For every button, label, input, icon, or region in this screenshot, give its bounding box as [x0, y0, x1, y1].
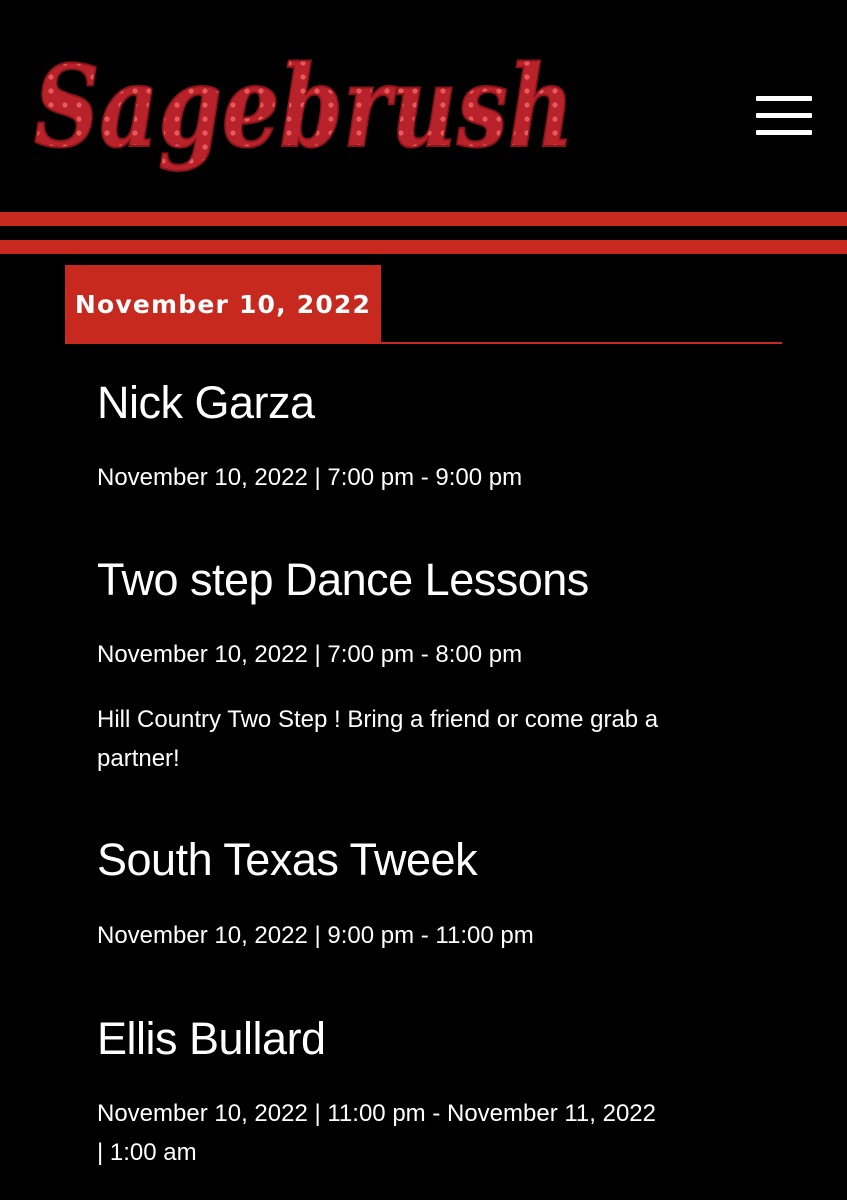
event-title[interactable]: Nick Garza	[97, 380, 315, 425]
date-heading-rule	[65, 342, 782, 344]
header-stripe-bottom	[0, 240, 847, 254]
hamburger-menu-icon[interactable]	[756, 96, 812, 138]
menu-bar	[756, 96, 812, 101]
logo-text: Sagebrush	[34, 42, 574, 173]
menu-bar	[756, 113, 812, 118]
event-title[interactable]: South Texas Tweek	[97, 837, 478, 882]
event-description: Hill Country Two Step ! Bring a friend o…	[97, 706, 659, 772]
event-datetime: November 10, 2022 | 7:00 pm - 8:00 pm	[97, 641, 523, 668]
event-title[interactable]: Two step Dance Lessons	[97, 557, 589, 602]
site-header: Sagebrush	[0, 0, 847, 210]
sagebrush-logo[interactable]: Sagebrush	[30, 28, 590, 198]
menu-bar	[756, 130, 812, 135]
event-datetime: November 10, 2022 | 11:00 pm - November …	[97, 1100, 656, 1166]
event-datetime: November 10, 2022 | 7:00 pm - 9:00 pm	[97, 464, 523, 491]
event-title[interactable]: Ellis Bullard	[97, 1016, 326, 1061]
header-stripe-top	[0, 212, 847, 226]
date-heading: November 10, 2022	[74, 290, 372, 319]
date-heading-tab: November 10, 2022	[65, 265, 381, 344]
event-datetime: November 10, 2022 | 9:00 pm - 11:00 pm	[97, 922, 534, 949]
